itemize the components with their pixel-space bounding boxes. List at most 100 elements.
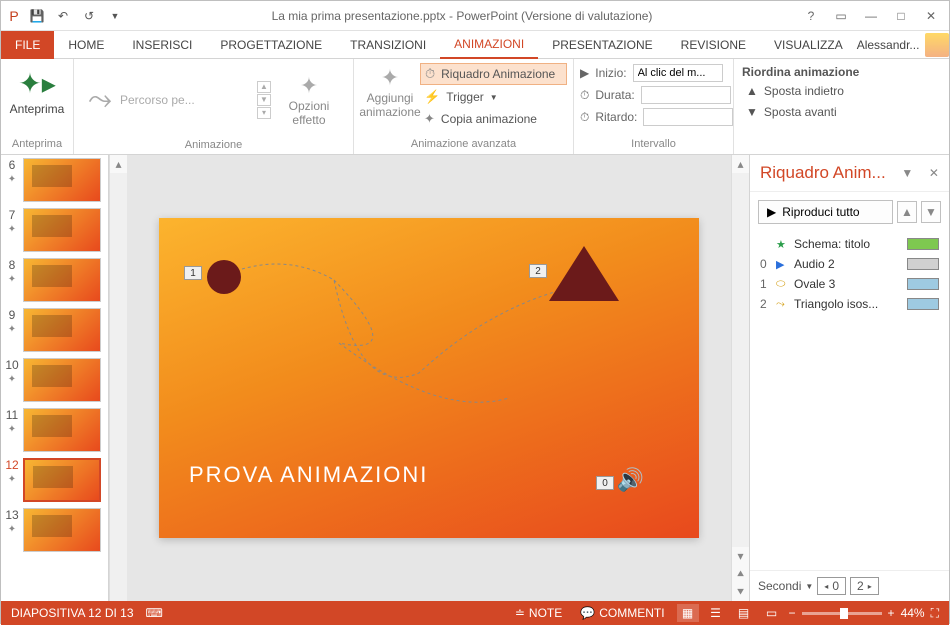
trigger-icon: ⚡ — [424, 89, 440, 105]
view-reading-icon[interactable]: ▤ — [733, 604, 755, 622]
zoom-value[interactable]: 44% — [901, 606, 925, 620]
tab-inserisci[interactable]: INSERISCI — [118, 31, 206, 59]
riordina-label: Riordina animazione — [742, 65, 941, 79]
comments-button[interactable]: 💬COMMENTI — [574, 606, 670, 620]
painter-icon: ✦ — [424, 111, 435, 127]
thumbnail-7[interactable]: 7✦ — [1, 205, 108, 255]
zoom-in-icon[interactable]: + — [888, 606, 895, 620]
minimize-icon[interactable]: — — [857, 5, 885, 27]
prev-slide-icon[interactable]: ⯅ — [732, 565, 749, 583]
pane-icon: ⏱ — [425, 66, 435, 82]
user-name[interactable]: Alessandr... — [857, 38, 920, 52]
scroll-up-icon[interactable]: ▴ — [110, 155, 127, 173]
ritardo-input[interactable] — [643, 108, 733, 126]
notes-button[interactable]: ≐NOTE — [509, 606, 568, 620]
thumbnail-13[interactable]: 13✦ — [1, 505, 108, 555]
inizio-input[interactable] — [633, 64, 723, 82]
riquadro-animazione-button[interactable]: ⏱Riquadro Animazione — [420, 63, 567, 85]
gallery-up-icon[interactable]: ▲ — [257, 81, 271, 93]
slide-canvas[interactable]: 1 2 PROVA ANIMAZIONI 0 🔊 — [159, 218, 699, 538]
tab-file[interactable]: FILE — [1, 31, 54, 59]
qat-more-icon[interactable]: ▼ — [103, 4, 127, 28]
move-up-button[interactable]: ▲ — [897, 201, 917, 223]
anteprima-button[interactable]: ✦▸ Anteprima — [7, 63, 67, 120]
sposta-avanti-button[interactable]: ▼Sposta avanti — [742, 103, 941, 121]
timeline-unit-label[interactable]: Secondi — [758, 579, 801, 593]
scroll-down-icon[interactable]: ▾ — [732, 547, 749, 565]
sposta-indietro-button[interactable]: ▲Sposta indietro — [742, 82, 941, 100]
clock-icon: ▶ — [580, 66, 589, 80]
tab-revisione[interactable]: REVISIONE — [667, 31, 760, 59]
thumbnail-10[interactable]: 10✦ — [1, 355, 108, 405]
play-all-button[interactable]: ▶Riproduci tutto — [758, 200, 893, 224]
view-sorter-icon[interactable]: ☰ — [705, 604, 727, 622]
aggiungi-animazione-button[interactable]: ✦ Aggiungi animazione — [360, 63, 420, 129]
ribbon-options-icon[interactable]: ▭ — [827, 5, 855, 27]
shape-triangle[interactable] — [549, 246, 619, 301]
gallery-down-icon[interactable]: ▼ — [257, 94, 271, 106]
tab-transizioni[interactable]: TRANSIZIONI — [336, 31, 440, 59]
anim-item[interactable]: 2⤳Triangolo isos... — [758, 294, 941, 314]
undo-icon[interactable]: ↶ — [51, 4, 75, 28]
save-icon[interactable]: 💾 — [25, 4, 49, 28]
tab-presentazione[interactable]: PRESENTAZIONE — [538, 31, 666, 59]
gallery-item-percorso[interactable]: Percorso pe... — [120, 93, 195, 107]
timeline-range-b[interactable]: 2▸ — [850, 577, 879, 595]
thumbnail-6[interactable]: 6✦ — [1, 155, 108, 205]
tab-home[interactable]: HOME — [54, 31, 118, 59]
gallery-more-icon[interactable]: ▾ — [257, 107, 271, 119]
fit-icon[interactable]: ⛶ — [931, 606, 939, 621]
add-animation-icon: ✦ — [381, 65, 399, 91]
zoom-slider[interactable] — [802, 612, 882, 615]
timeline-range[interactable]: ◂0 — [817, 577, 846, 595]
pane-dropdown-icon[interactable]: ▼ — [901, 166, 913, 180]
play-star-icon: ✦▸ — [18, 67, 56, 100]
scroll-up-icon[interactable]: ▴ — [732, 155, 749, 173]
path-icon: ⤳ — [88, 83, 112, 117]
thumbnail-9[interactable]: 9✦ — [1, 305, 108, 355]
thumbnail-11[interactable]: 11✦ — [1, 405, 108, 455]
trigger-button[interactable]: ⚡Trigger▼ — [420, 87, 567, 107]
shape-oval[interactable] — [207, 260, 241, 294]
thumbnail-12[interactable]: 12✦ — [1, 455, 108, 505]
delay-icon: ⏱ — [580, 110, 589, 125]
animation-pane: Riquadro Anim... ▼ ✕ ▶Riproduci tutto ▲ … — [749, 155, 949, 601]
anim-item[interactable]: 0▶Audio 2 — [758, 254, 941, 274]
help-icon[interactable]: ? — [797, 5, 825, 27]
close-icon[interactable]: ✕ — [917, 5, 945, 27]
ribbon-tabs: FILE HOME INSERISCI PROGETTAZIONE TRANSI… — [1, 31, 949, 59]
zoom-out-icon[interactable]: − — [789, 606, 796, 620]
notes-icon: ≐ — [515, 606, 525, 620]
speaker-icon[interactable]: 🔊 — [617, 467, 644, 493]
move-down-button[interactable]: ▼ — [921, 201, 941, 223]
anim-item[interactable]: 1⬭Ovale 3 — [758, 274, 941, 294]
next-slide-icon[interactable]: ⯆ — [732, 583, 749, 601]
duration-icon: ⏱ — [580, 88, 589, 103]
opzioni-effetto-button[interactable]: ✦ Opzioni effetto — [279, 71, 339, 129]
copia-animazione-button[interactable]: ✦Copia animazione — [420, 109, 567, 129]
up-caret-icon: ▲ — [746, 84, 758, 98]
tab-progettazione[interactable]: PROGETTAZIONE — [206, 31, 336, 59]
slide-counter[interactable]: DIAPOSITIVA 12 DI 13 — [11, 606, 134, 620]
view-normal-icon[interactable]: ▦ — [677, 604, 699, 622]
view-slideshow-icon[interactable]: ▭ — [761, 604, 783, 622]
ribbon: ✦▸ Anteprima Anteprima ⤳ Percorso pe... … — [1, 59, 949, 155]
anim-marker-1[interactable]: 1 — [184, 266, 202, 280]
redo-icon[interactable]: ↺ — [77, 4, 101, 28]
maximize-icon[interactable]: □ — [887, 5, 915, 27]
durata-input[interactable] — [641, 86, 731, 104]
thumbnail-8[interactable]: 8✦ — [1, 255, 108, 305]
tab-visualizza[interactable]: VISUALIZZA — [760, 31, 857, 59]
anim-item[interactable]: ★Schema: titolo — [758, 234, 941, 254]
slide-title[interactable]: PROVA ANIMAZIONI — [189, 462, 428, 488]
spellcheck-icon[interactable]: ⌨ — [146, 606, 163, 620]
avatar[interactable] — [925, 33, 949, 57]
tab-animazioni[interactable]: ANIMAZIONI — [440, 31, 538, 59]
pane-close-icon[interactable]: ✕ — [929, 166, 939, 180]
scrollbar[interactable] — [732, 173, 749, 547]
comments-icon: 💬 — [580, 606, 595, 620]
anim-marker-0[interactable]: 0 — [596, 476, 614, 490]
slide-thumbnails[interactable]: 6✦7✦8✦9✦10✦11✦12✦13✦ — [1, 155, 109, 601]
pane-title: Riquadro Anim... — [760, 163, 886, 183]
anim-marker-2[interactable]: 2 — [529, 264, 547, 278]
